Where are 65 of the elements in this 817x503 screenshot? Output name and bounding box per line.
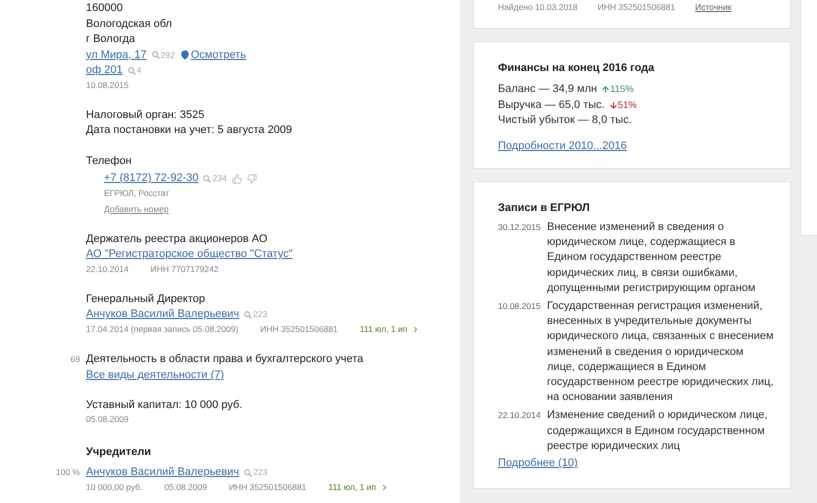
office-link[interactable]: оф 201 [86, 63, 123, 78]
finance-row-text: Выручка — 65,0 тыс. [498, 98, 605, 112]
search-icon [244, 310, 252, 319]
found-inn: ИНН 352501506881 [598, 1, 676, 14]
view-count: 234 [212, 172, 227, 185]
founders-title: Учредители [86, 445, 152, 460]
egrul-title: Записи в ЕГРЮЛ [498, 201, 591, 216]
view-count: 4 [136, 64, 142, 77]
director-label: Генеральный Директор [86, 292, 206, 306]
founder-date: 05.08.2009 [164, 480, 207, 494]
source-link[interactable]: Источник [695, 1, 732, 14]
related-companies-link[interactable]: 111 юл, 1 ип [328, 480, 390, 494]
search-icon [128, 66, 136, 75]
more-entries-link[interactable]: Подробнее (10) [498, 457, 578, 470]
address-line: г Вологда [86, 32, 136, 47]
entry-date: 30.12.2015 [498, 221, 542, 234]
registry-holder-label: Держатель реестра акционеров АО [86, 232, 268, 246]
tax-info: Налоговый орган: 3525 [86, 108, 206, 122]
director-date: 17.04.2014 (первая запись 05.08.2009) [86, 322, 238, 336]
director-inn: ИНН 352501506881 [260, 322, 338, 336]
street-link[interactable]: ул Мира, 17 [86, 48, 147, 63]
thumbs-down-icon[interactable] [246, 174, 257, 184]
activity-code: 69 [70, 352, 80, 366]
registry-holder-link[interactable]: АО "Регистраторское общество "Статус" [86, 248, 293, 260]
view-count: 223 [253, 466, 268, 479]
search-icon [152, 51, 160, 60]
phone-label: Телефон [86, 154, 133, 168]
finances-title: Финансы на конец 2016 года [498, 61, 656, 76]
found-date: Найдено 10.03.2018 [498, 1, 578, 14]
address-line: Вологодская обл [86, 16, 173, 32]
tax-info: Дата постановки на учет: 5 августа 2009 [86, 123, 294, 138]
view-count: 223 [253, 308, 268, 321]
registry-inn: ИНН 7707179242 [150, 262, 219, 276]
director-link[interactable]: Анчуков Василий Валерьевич [86, 307, 240, 322]
registry-date: 22.10.2014 [86, 262, 129, 276]
address-line: 160000 [86, 1, 124, 16]
view-map-link[interactable]: Осмотреть [190, 48, 246, 63]
related-companies-link[interactable]: 111 юл, 1 ип [360, 322, 420, 336]
finance-row-text: Чистый убыток — 8,0 тыс. [498, 113, 632, 128]
thumbs-up-icon[interactable] [232, 174, 242, 184]
finance-row-text: Баланс — 34,9 млн [498, 82, 598, 97]
entry-date: 10.08.2015 [498, 300, 542, 314]
entry-text: Изменение сведений о юридическом лице, содержащихся в Едином государственном реестре юридических лиц [547, 408, 768, 454]
map-pin-icon [180, 50, 190, 60]
all-activities-link[interactable]: Все виды деятельности (7) [86, 369, 224, 381]
entry-text: Государственная регистрация изменений, внесенных в учредительные документы юридического лица, связанных с внесением изменений в сведения о юридическом лице, содержащиеся в Едином государственном реестре юридических лиц, на основании заявления [547, 299, 774, 406]
search-icon [203, 174, 212, 183]
phone-source: ЕГРЮЛ, Росстат [104, 186, 170, 200]
founder-inn: ИНН 352501506881 [228, 480, 306, 494]
founder-amount: 10 000,00 руб. [86, 480, 142, 494]
entry-date: 22.10.2014 [498, 409, 542, 422]
search-icon [244, 468, 252, 477]
address-date: 10.08.2015 [86, 78, 129, 92]
capital-date: 05.08.2009 [86, 413, 129, 426]
activity-text: Деятельность в области права и бухгалтерского учета [86, 352, 364, 366]
capital-text: Уставный капитал: 10 000 руб. [86, 398, 244, 412]
founder-link[interactable]: Анчуков Василий Валерьевич [86, 465, 240, 480]
add-phone-link[interactable]: Добавить номер [104, 202, 169, 216]
view-count: 292 [160, 48, 175, 62]
finance-details-link[interactable]: Подробности 2010...2016 [498, 140, 627, 152]
entry-text: Внесение изменений в сведения о юридическом лице, содержащиеся в Едином государственном реестре юридических лиц, в связи ошибками, допущенными регистрирующим органом [547, 220, 756, 296]
phone-link[interactable]: +7 (8172) 72-92-30 [104, 171, 198, 186]
change-percent: 115% [610, 83, 634, 97]
change-percent: 51% [618, 98, 637, 112]
founder-share: 100 % [56, 466, 80, 479]
